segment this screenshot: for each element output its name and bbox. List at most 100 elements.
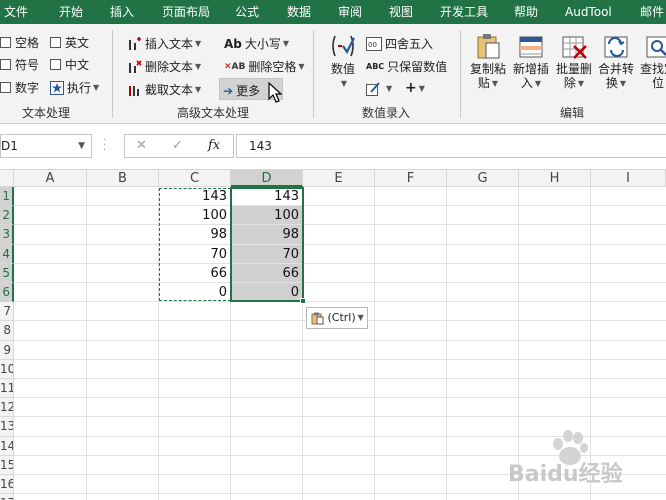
- tab-file[interactable]: 文件: [4, 0, 28, 24]
- column-header-b[interactable]: B: [87, 170, 159, 187]
- row-header-15[interactable]: 15: [0, 455, 14, 475]
- keep-value-label: 只保留数值: [387, 60, 448, 74]
- checkbox-symbol-label: 符号: [15, 58, 40, 72]
- column-header-g[interactable]: G: [447, 170, 519, 187]
- tab-developer[interactable]: 开发工具: [440, 0, 488, 24]
- column-gridline: [446, 187, 447, 500]
- keep-value-button[interactable]: ABC 只保留数值: [366, 58, 447, 75]
- checkbox-number-label: 数字: [15, 81, 40, 95]
- row-header-17[interactable]: 17: [0, 494, 14, 500]
- tab-review[interactable]: 审阅: [338, 0, 362, 24]
- insert-text-label: 插入文本: [145, 37, 194, 51]
- round-button[interactable]: 00 四舍五入: [366, 35, 433, 52]
- row-header-1[interactable]: 1: [0, 187, 14, 207]
- spreadsheet-grid[interactable]: 143 100 98 70 66 0 143 100 98 70 66 0 (Ctrl) ▼ Baidu…: [0, 170, 666, 500]
- execute-label: 执行: [67, 81, 92, 95]
- row-header-6[interactable]: 6: [0, 283, 14, 303]
- chevron-down-icon: ▼: [577, 78, 585, 88]
- paste-icon: [311, 312, 324, 324]
- case-button[interactable]: Ab 大小写 ▼: [224, 35, 289, 52]
- row-gridline: [14, 339, 666, 341]
- insert-text-button[interactable]: 插入文本 ▼: [128, 35, 201, 52]
- row-gridline: [14, 262, 666, 264]
- column-header-e[interactable]: E: [303, 170, 375, 187]
- row-header-12[interactable]: 12: [0, 398, 14, 418]
- value-button[interactable]: 数值 ▼: [326, 32, 360, 91]
- row-header-3[interactable]: 3: [0, 225, 14, 245]
- function-icon[interactable]: fx: [208, 138, 220, 153]
- tab-audtool[interactable]: AudTool: [565, 0, 612, 24]
- row-header-9[interactable]: 9: [0, 340, 14, 360]
- execute-button[interactable]: 执行 ▼: [50, 79, 99, 96]
- copy-paste-button[interactable]: 复制粘贴 ▼: [468, 32, 508, 91]
- delete-text-button[interactable]: 删除文本 ▼: [128, 58, 201, 75]
- row-header-11[interactable]: 11: [0, 379, 14, 399]
- checkbox-symbol[interactable]: 符号: [0, 56, 39, 73]
- row-header-13[interactable]: 13: [0, 417, 14, 437]
- column-header-h[interactable]: H: [519, 170, 591, 187]
- find-locate-button[interactable]: 查找定位: [638, 32, 666, 90]
- chevron-down-icon: ▼: [386, 84, 393, 93]
- tab-mail[interactable]: 邮件: [640, 0, 664, 24]
- delete-space-button[interactable]: ✕AB 删除空格 ▼: [224, 58, 305, 75]
- name-box[interactable]: D1 ▼: [0, 134, 92, 158]
- merge-convert-button[interactable]: 合并转换 ▼: [597, 32, 635, 91]
- insert-new-button[interactable]: 新增插入 ▼: [511, 32, 551, 91]
- row-header-16[interactable]: 16: [0, 475, 14, 495]
- row-gridline: [14, 416, 666, 418]
- format-button[interactable]: ▼: [366, 81, 392, 96]
- column-header-a[interactable]: A: [14, 170, 87, 187]
- column-gridline: [86, 187, 87, 500]
- extract-text-label: 截取文本: [145, 83, 194, 97]
- delete-space-label: 删除空格: [248, 60, 297, 74]
- checkbox-number[interactable]: 数字: [0, 79, 39, 96]
- row-gridline: [14, 358, 666, 360]
- insert-new-label-2: 入: [520, 76, 533, 90]
- column-gridline: [374, 187, 375, 500]
- copy-marquee: [159, 188, 231, 301]
- checkbox-english[interactable]: 英文: [50, 34, 89, 51]
- row-header-2[interactable]: 2: [0, 206, 14, 226]
- column-header-d[interactable]: D: [231, 170, 303, 187]
- tab-data[interactable]: 数据: [287, 0, 311, 24]
- checkbox-space[interactable]: 空格: [0, 34, 39, 51]
- row-header-4[interactable]: 4: [0, 244, 14, 264]
- batch-delete-button[interactable]: 批量删除 ▼: [554, 32, 594, 91]
- row-header-7[interactable]: 7: [0, 302, 14, 322]
- cancel-icon[interactable]: ✕: [136, 138, 147, 153]
- delete-space-icon-text: AB: [231, 61, 246, 72]
- paste-options-button[interactable]: (Ctrl) ▼: [306, 307, 368, 329]
- clipboard-icon: [477, 34, 500, 59]
- column-header-c[interactable]: C: [159, 170, 231, 187]
- checkbox-chinese[interactable]: 中文: [50, 56, 89, 73]
- column-header-f[interactable]: F: [375, 170, 447, 187]
- checkbox-chinese-label: 中文: [65, 58, 90, 72]
- selection-border: [230, 187, 304, 302]
- value-icon: [332, 35, 355, 57]
- select-all-corner[interactable]: [0, 170, 14, 187]
- ribbon: 空格 英文 符号 中文 数字 执行 ▼ 文本处理 插入文本 ▼ 删除文本 ▼ 截取文本…: [0, 24, 666, 124]
- fill-handle[interactable]: [300, 298, 306, 304]
- row-header-5[interactable]: 5: [0, 263, 14, 283]
- enter-icon[interactable]: ✓: [172, 138, 183, 153]
- tab-help[interactable]: 帮助: [514, 0, 538, 24]
- row-header-14[interactable]: 14: [0, 436, 14, 456]
- extract-text-button[interactable]: 截取文本 ▼: [128, 81, 201, 98]
- tab-formulas[interactable]: 公式: [235, 0, 259, 24]
- chevron-down-icon[interactable]: ▼: [78, 135, 85, 157]
- merge-convert-label-1: 合并转: [597, 62, 634, 76]
- tab-page-layout[interactable]: 页面布局: [162, 0, 210, 24]
- add-button[interactable]: + ▼: [405, 80, 425, 96]
- drag-handle-icon[interactable]: · · ·: [103, 136, 107, 156]
- column-header-i[interactable]: I: [591, 170, 666, 187]
- chevron-down-icon: ▼: [534, 78, 542, 88]
- chevron-down-icon: ▼: [340, 78, 348, 88]
- row-header-10[interactable]: 10: [0, 359, 14, 379]
- tab-view[interactable]: 视图: [389, 0, 413, 24]
- row-header-8[interactable]: 8: [0, 321, 14, 341]
- tab-insert[interactable]: 插入: [110, 0, 134, 24]
- tab-home[interactable]: 开始: [59, 0, 83, 24]
- more-label: 更多: [236, 84, 261, 98]
- batch-delete-label-2: 除: [563, 76, 576, 90]
- formula-input[interactable]: 143: [236, 134, 666, 158]
